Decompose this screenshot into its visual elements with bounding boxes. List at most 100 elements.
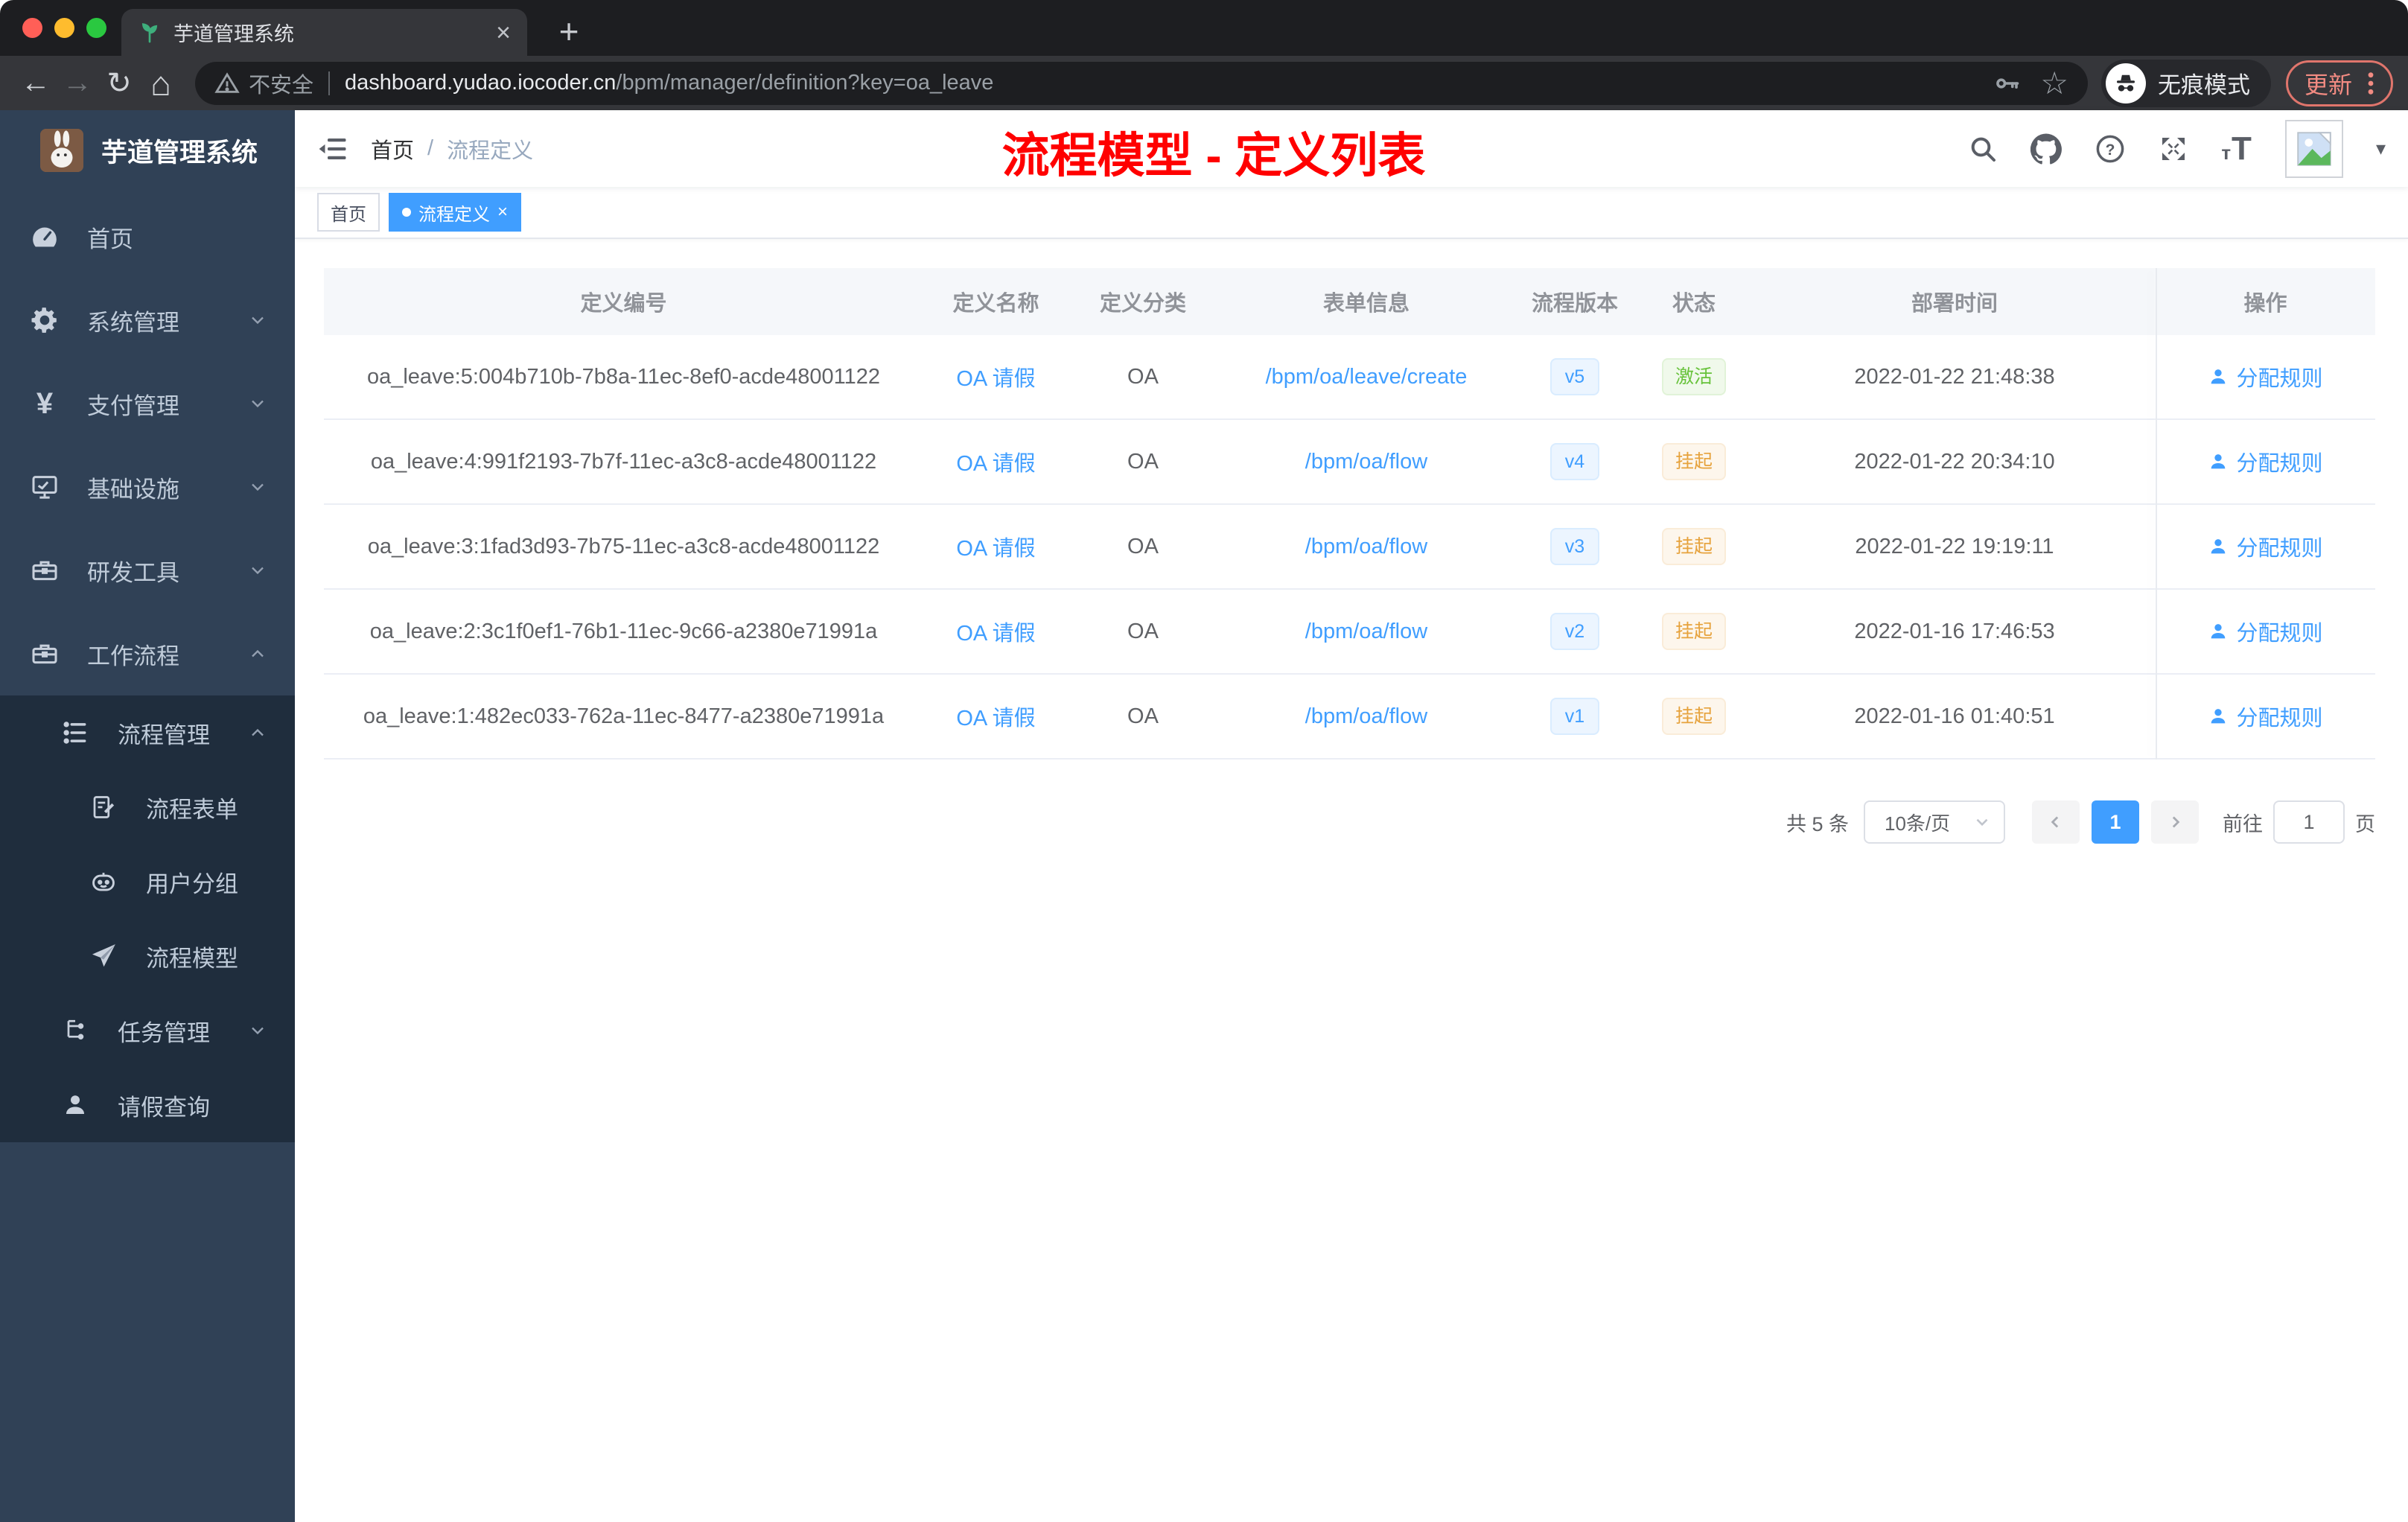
assign-rule-button[interactable]: 分配规则 <box>2208 361 2323 392</box>
table-row: oa_leave:5:004b710b-7b8a-11ec-8ef0-acde4… <box>324 335 2375 420</box>
status-badge: 挂起 <box>1661 443 1726 480</box>
url-path: /bpm/manager/definition?key=oa_leave <box>616 71 994 95</box>
cell-id: oa_leave:3:1fad3d93-7b75-11ec-a3c8-acde4… <box>367 534 880 558</box>
status-badge: 挂起 <box>1661 698 1726 735</box>
incognito-icon <box>2105 63 2146 104</box>
page-number-current[interactable]: 1 <box>2092 800 2139 844</box>
back-icon[interactable]: ← <box>15 63 57 104</box>
tag-home[interactable]: 首页 <box>317 193 380 232</box>
definition-name-link[interactable]: OA 请假 <box>956 452 1035 476</box>
col-header-actions: 操作 <box>2243 292 2287 316</box>
form-link[interactable]: /bpm/oa/flow <box>1305 535 1427 558</box>
cell-deploy-time: 2022-01-22 19:19:11 <box>1855 534 2054 558</box>
kebab-menu-icon[interactable] <box>2367 71 2374 96</box>
forward-icon[interactable]: → <box>57 63 98 104</box>
window-close-button[interactable] <box>22 18 42 38</box>
home-icon[interactable]: ⌂ <box>140 63 182 104</box>
assign-rule-button[interactable]: 分配规则 <box>2208 616 2323 647</box>
window-minimize-button[interactable] <box>54 18 74 38</box>
sidebar-item-dev-tools[interactable]: 研发工具 <box>0 529 295 612</box>
definition-name-link[interactable]: OA 请假 <box>956 537 1035 561</box>
tab-title: 芋道管理系统 <box>173 23 294 45</box>
assign-rule-button[interactable]: 分配规则 <box>2208 446 2323 477</box>
next-page-button[interactable] <box>2151 800 2199 844</box>
active-dot <box>402 208 411 217</box>
sidebar-toggle-icon[interactable] <box>317 133 348 165</box>
sidebar-item-user-group[interactable]: 用户分组 <box>0 844 295 919</box>
tag-close-icon[interactable]: × <box>497 203 508 221</box>
col-header-category: 定义分类 <box>1099 292 1186 316</box>
sidebar-item-label: 基础设施 <box>87 476 179 503</box>
address-bar[interactable]: 不安全 dashboard.yudao.iocoder.cn/bpm/manag… <box>195 61 2088 105</box>
cell-category: OA <box>1127 449 1159 474</box>
form-link[interactable]: /bpm/oa/leave/create <box>1266 365 1468 389</box>
assign-rule-button[interactable]: 分配规则 <box>2208 701 2323 732</box>
page-size-select[interactable]: 10条/页 <box>1864 800 2005 844</box>
font-size-icon[interactable]: тT <box>2221 130 2252 168</box>
sidebar-item-label: 流程表单 <box>146 796 238 823</box>
sidebar-item-workflow[interactable]: 工作流程 <box>0 612 295 695</box>
form-edit-icon <box>86 794 121 821</box>
cell-id: oa_leave:1:482ec033-762a-11ec-8477-a2380… <box>363 704 885 728</box>
chevron-up-icon <box>247 722 268 743</box>
window-zoom-button[interactable] <box>86 18 106 38</box>
help-icon[interactable]: ? <box>2095 133 2126 165</box>
sidebar-item-process-management[interactable]: 流程管理 <box>0 695 295 770</box>
assign-rule-label: 分配规则 <box>2236 706 2323 730</box>
user-icon <box>2211 708 2226 723</box>
form-link[interactable]: /bpm/oa/flow <box>1305 620 1427 643</box>
user-icon <box>2211 623 2226 638</box>
assign-rule-label: 分配规则 <box>2236 536 2323 561</box>
reload-icon[interactable]: ↻ <box>98 63 140 104</box>
toolbox-icon <box>28 555 62 585</box>
list-icon <box>58 719 92 747</box>
browser-tab[interactable]: 芋道管理系统 × <box>121 9 527 56</box>
status-badge: 激活 <box>1661 358 1726 395</box>
sidebar-item-home[interactable]: 首页 <box>0 195 295 278</box>
incognito-badge: 无痕模式 <box>2100 59 2271 107</box>
github-icon[interactable] <box>2030 133 2063 165</box>
bookmark-star-icon[interactable]: ☆ <box>2040 65 2068 101</box>
chevron-right-icon <box>2172 816 2180 828</box>
breadcrumb-home[interactable]: 首页 <box>371 133 414 165</box>
user-icon <box>2211 453 2226 468</box>
fullscreen-icon[interactable] <box>2159 134 2188 164</box>
user-avatar[interactable] <box>2284 119 2343 178</box>
svg-text:?: ? <box>2106 141 2115 158</box>
tab-close-icon[interactable]: × <box>496 20 511 45</box>
sidebar-item-process-model[interactable]: 流程模型 <box>0 919 295 993</box>
table-row: oa_leave:2:3c1f0ef1-76b1-11ec-9c66-a2380… <box>324 590 2375 675</box>
new-tab-button[interactable]: + <box>548 10 590 52</box>
definition-name-link[interactable]: OA 请假 <box>956 622 1035 646</box>
url-text[interactable]: dashboard.yudao.iocoder.cn/bpm/manager/d… <box>345 71 1975 95</box>
sidebar-item-infrastructure[interactable]: 基础设施 <box>0 445 295 529</box>
update-label: 更新 <box>2304 71 2352 98</box>
form-link[interactable]: /bpm/oa/flow <box>1305 450 1427 474</box>
sidebar-item-process-form[interactable]: 流程表单 <box>0 770 295 844</box>
favicon-plant-icon <box>138 21 162 45</box>
search-icon[interactable] <box>1968 134 1998 164</box>
sidebar-item-payment[interactable]: ¥ 支付管理 <box>0 362 295 445</box>
sidebar-item-system[interactable]: 系统管理 <box>0 278 295 362</box>
sidebar-item-leave-query[interactable]: 请假查询 <box>0 1068 295 1142</box>
tag-process-definition[interactable]: 流程定义 × <box>389 193 522 232</box>
assign-rule-button[interactable]: 分配规则 <box>2208 531 2323 562</box>
definition-name-link[interactable]: OA 请假 <box>956 367 1035 391</box>
sidebar-item-task-management[interactable]: 任务管理 <box>0 993 295 1068</box>
version-badge: v1 <box>1549 698 1600 735</box>
browser-update-button[interactable]: 更新 <box>2285 60 2393 106</box>
prev-page-button[interactable] <box>2032 800 2080 844</box>
form-link[interactable]: /bpm/oa/flow <box>1305 704 1427 728</box>
chevron-down-icon <box>247 1020 268 1041</box>
fixed-column-divider <box>2156 268 2157 760</box>
password-key-icon[interactable] <box>1994 70 2021 97</box>
total-count: 共 5 条 <box>1786 812 1849 835</box>
sidebar-item-label: 用户分组 <box>146 870 238 897</box>
definition-name-link[interactable]: OA 请假 <box>956 707 1035 730</box>
caret-down-icon[interactable]: ▾ <box>2376 137 2386 160</box>
security-warning[interactable]: 不安全 <box>214 68 313 99</box>
sidebar-logo[interactable]: 芋道管理系统 <box>0 110 295 191</box>
goto-page-input[interactable] <box>2273 800 2345 844</box>
chevron-up-icon <box>247 643 268 664</box>
col-header-deploy-time: 部署时间 <box>1911 292 1998 316</box>
